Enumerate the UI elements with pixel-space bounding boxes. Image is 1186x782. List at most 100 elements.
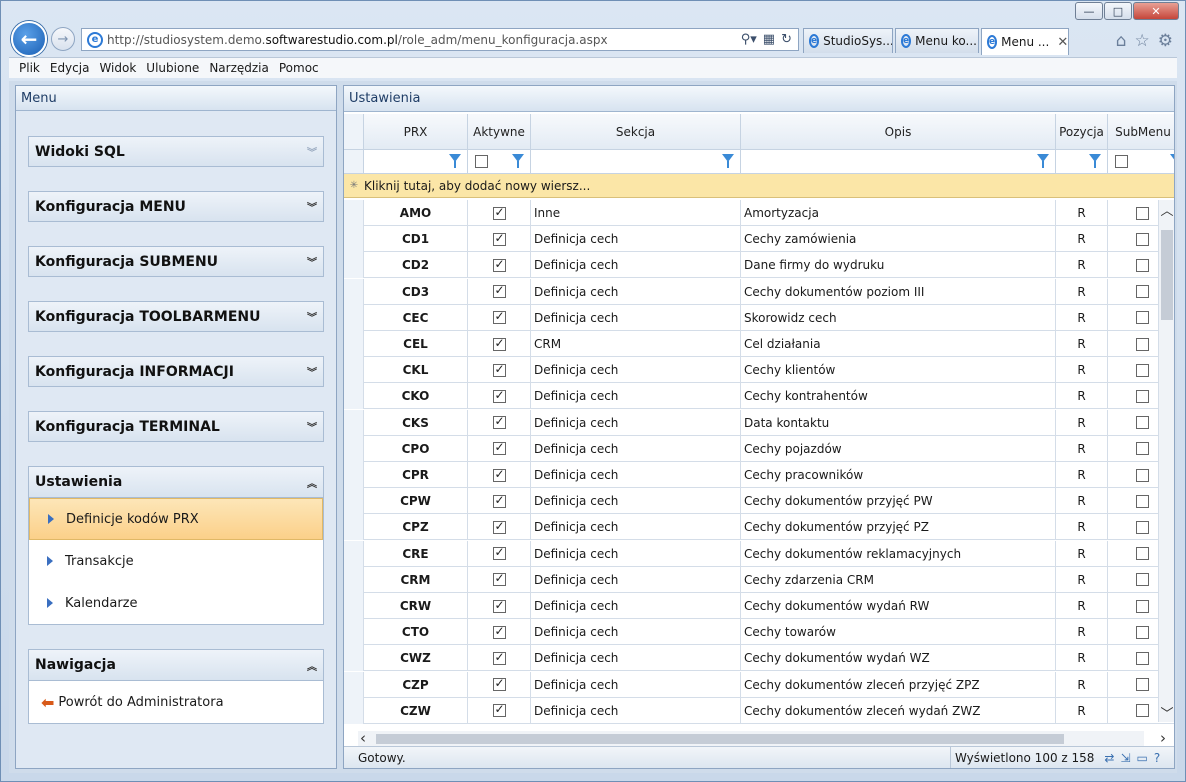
menu-item-kalendarze[interactable]: Kalendarze xyxy=(29,582,323,624)
cell-aktywne[interactable] xyxy=(468,200,531,226)
menu-pomoc[interactable]: Pomoc xyxy=(279,61,319,75)
section-konfiguracja-toolbarmenu[interactable]: Konfiguracja TOOLBARMENU ︾ xyxy=(28,301,324,332)
filter-icon[interactable] xyxy=(1037,154,1049,168)
tab-menu-active[interactable]: e Menu ... ✕ xyxy=(981,28,1069,55)
menu-plik[interactable]: Plik xyxy=(19,61,40,75)
checkbox[interactable] xyxy=(1136,651,1149,665)
cell-aktywne[interactable] xyxy=(468,671,531,698)
checkbox[interactable] xyxy=(1136,520,1149,534)
filter-submenu-checkbox[interactable] xyxy=(1115,155,1128,168)
checkbox-checked[interactable] xyxy=(492,440,506,456)
section-konfiguracja-submenu[interactable]: Konfiguracja SUBMENU ︾ xyxy=(28,246,324,277)
cell-aktywne[interactable] xyxy=(468,278,531,305)
cell-aktywne[interactable] xyxy=(468,252,531,279)
cell-aktywne[interactable] xyxy=(468,331,531,357)
checkbox[interactable] xyxy=(1136,599,1149,613)
cell-aktywne[interactable] xyxy=(468,462,531,488)
cell-aktywne[interactable] xyxy=(468,488,531,515)
checkbox[interactable] xyxy=(1136,363,1149,377)
table-row[interactable]: CD2 Definicja cechDane firmy do wydrukuR xyxy=(344,252,1174,279)
checkbox-checked[interactable] xyxy=(492,309,506,325)
checkbox[interactable] xyxy=(1136,206,1149,220)
checkbox-checked[interactable] xyxy=(492,257,506,272)
table-row[interactable]: CRW Definicja cechCechy dokumentów wydań … xyxy=(344,593,1174,619)
checkbox[interactable] xyxy=(1136,442,1149,456)
column-header-pozycja[interactable]: Pozycja xyxy=(1056,114,1108,149)
cell-aktywne[interactable] xyxy=(468,593,531,619)
filter-icon[interactable] xyxy=(449,154,461,168)
checkbox-checked[interactable] xyxy=(492,493,506,508)
vertical-scrollbar[interactable]: ︿ ﹀ xyxy=(1158,200,1174,722)
star-icon[interactable]: ☆ xyxy=(1135,31,1150,51)
checkbox-checked[interactable] xyxy=(492,624,506,639)
horizontal-scroll-thumb[interactable] xyxy=(376,734,1064,744)
table-row[interactable]: CEC Definicja cechSkorowidz cechR xyxy=(344,304,1174,331)
gear-icon[interactable]: ⚙ xyxy=(1158,31,1173,51)
column-header-opis[interactable]: Opis xyxy=(741,114,1056,149)
menu-widok[interactable]: Widok xyxy=(99,61,136,75)
checkbox-checked[interactable] xyxy=(492,205,506,220)
tab-studiosys[interactable]: e StudioSys... xyxy=(803,28,893,53)
checkbox[interactable] xyxy=(1136,573,1149,587)
filter-sekcja[interactable] xyxy=(531,150,741,173)
section-nawigacja-header[interactable]: Nawigacja ︽ xyxy=(29,650,323,681)
table-row[interactable]: CPW Definicja cechCechy dokumentów przyję… xyxy=(344,488,1174,515)
table-row[interactable]: CPO Definicja cechCechy pojazdówR xyxy=(344,435,1174,462)
maximize-button[interactable]: □ xyxy=(1104,2,1132,20)
checkbox-checked[interactable] xyxy=(492,519,506,534)
scroll-left-icon[interactable]: ‹ xyxy=(360,729,366,747)
cell-aktywne[interactable] xyxy=(468,357,531,384)
filter-prx[interactable] xyxy=(364,150,468,173)
table-row[interactable]: CRE Definicja cechCechy dokumentów reklam… xyxy=(344,540,1174,567)
checkbox-checked[interactable] xyxy=(492,362,506,377)
cell-aktywne[interactable] xyxy=(468,383,531,410)
cell-aktywne[interactable] xyxy=(468,226,531,253)
column-header-aktywne[interactable]: Aktywne xyxy=(468,114,531,149)
menu-edycja[interactable]: Edycja xyxy=(50,61,90,75)
checkbox-checked[interactable] xyxy=(492,676,506,692)
table-row[interactable]: CPZ Definicja cechCechy dokumentów przyję… xyxy=(344,514,1174,541)
table-row[interactable]: CRM Definicja cechCechy zdarzenia CRMR xyxy=(344,566,1174,593)
checkbox[interactable] xyxy=(1136,337,1149,351)
tab-menu-ko[interactable]: e Menu ko... xyxy=(895,28,979,53)
table-row[interactable]: CD3 Definicja cechCechy dokumentów poziom… xyxy=(344,278,1174,305)
checkbox[interactable] xyxy=(1136,678,1149,692)
table-row[interactable]: CZW Definicja cechCechy dokumentów zleceń… xyxy=(344,697,1174,724)
cell-aktywne[interactable] xyxy=(468,409,531,436)
menu-ulubione[interactable]: Ulubione xyxy=(146,61,199,75)
checkbox[interactable] xyxy=(1136,468,1149,482)
checkbox[interactable] xyxy=(1136,258,1149,272)
cell-aktywne[interactable] xyxy=(468,566,531,593)
table-row[interactable]: CKS Definicja cechData kontaktuR xyxy=(344,409,1174,436)
checkbox-checked[interactable] xyxy=(492,702,506,718)
back-button[interactable]: ← xyxy=(11,21,47,57)
filter-pozycja[interactable] xyxy=(1056,150,1108,173)
cell-aktywne[interactable] xyxy=(468,697,531,724)
section-ustawienia-header[interactable]: Ustawienia ︽ xyxy=(29,467,323,498)
table-row[interactable]: CZP Definicja cechCechy dokumentów zleceń… xyxy=(344,671,1174,698)
checkbox[interactable] xyxy=(1136,232,1149,246)
checkbox-checked[interactable] xyxy=(492,650,506,665)
add-new-row[interactable]: ✳ Kliknij tutaj, aby dodać nowy wiersz..… xyxy=(344,174,1174,198)
scroll-right-icon[interactable]: › xyxy=(1160,729,1166,747)
close-button[interactable]: ✕ xyxy=(1133,2,1179,20)
filter-opis[interactable] xyxy=(741,150,1056,173)
filter-icon[interactable] xyxy=(1170,154,1174,162)
scroll-down-icon[interactable]: ﹀ xyxy=(1159,703,1174,722)
checkbox-checked[interactable] xyxy=(492,388,506,403)
checkbox[interactable] xyxy=(1136,389,1149,403)
filter-submenu[interactable] xyxy=(1108,150,1174,173)
checkbox[interactable] xyxy=(1136,547,1149,561)
table-row[interactable]: CPR Definicja cechCechy pracownikówR xyxy=(344,462,1174,488)
filter-aktywne-checkbox[interactable] xyxy=(475,155,488,168)
cell-aktywne[interactable] xyxy=(468,645,531,672)
forward-button[interactable]: → xyxy=(51,27,75,51)
checkbox-checked[interactable] xyxy=(492,545,506,561)
checkbox-checked[interactable] xyxy=(492,231,506,246)
cell-aktywne[interactable] xyxy=(468,619,531,646)
section-konfiguracja-terminal[interactable]: Konfiguracja TERMINAL ︾ xyxy=(28,411,324,442)
checkbox-checked[interactable] xyxy=(492,283,506,299)
minimize-button[interactable]: — xyxy=(1075,2,1103,20)
column-header-sekcja[interactable]: Sekcja xyxy=(531,114,741,149)
checkbox[interactable] xyxy=(1136,285,1149,299)
